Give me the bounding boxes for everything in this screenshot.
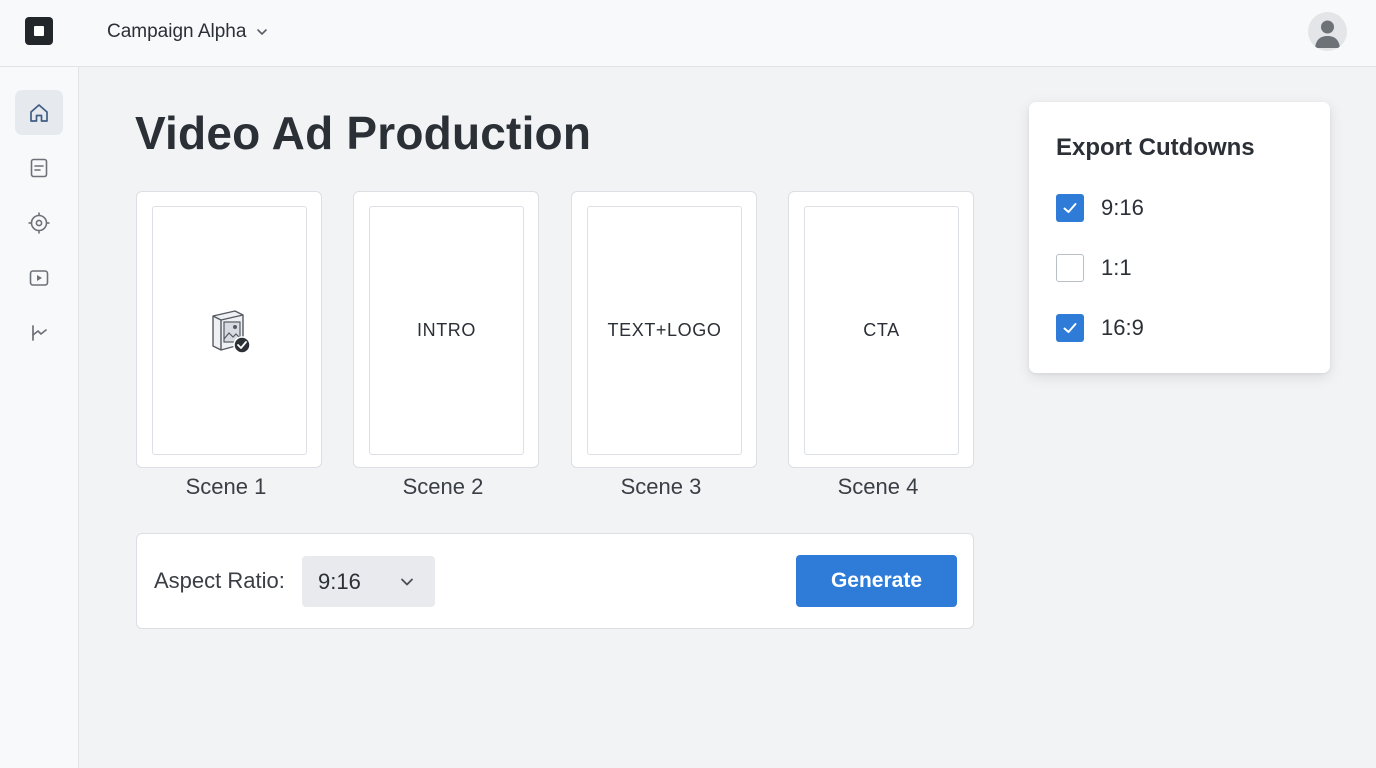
aspect-ratio-label: Aspect Ratio: [154,568,285,593]
aspect-ratio-value: 9:16 [318,569,361,594]
scene-label-4: Scene 4 [837,474,919,499]
target-icon [28,212,50,233]
scene-preview: TEXT+LOGO [587,206,742,455]
media-check-icon [211,309,251,354]
export-cutdowns-panel: Export Cutdowns 9:16 1:1 16:9 [1029,102,1330,373]
home-icon [30,103,48,122]
aspect-ratio-select[interactable]: 9:16 [302,556,435,607]
page-title: Video Ad Production [135,107,592,159]
chevron-down-icon [401,578,413,586]
export-option-1-1[interactable]: 1:1 [1056,253,1132,283]
scene-label-2: Scene 2 [402,474,484,499]
scene-label-3: Scene 3 [620,474,702,499]
scene-content-text: INTRO [417,320,476,340]
sidebar [0,67,79,768]
top-bar: Campaign Alpha [0,0,1376,67]
sidebar-item-targeting[interactable] [15,200,63,245]
app-root: Campaign Alpha Video Ad Production Scene… [0,0,1376,768]
analytics-icon [32,324,47,341]
scene-card-2[interactable]: INTRO [353,191,539,468]
checkbox-checked[interactable] [1056,194,1084,222]
play-video-icon [29,269,49,286]
sidebar-item-home[interactable] [15,90,63,135]
scene-content-text: CTA [863,320,900,340]
scene-card-4[interactable]: CTA [788,191,974,468]
checkbox-unchecked[interactable] [1056,254,1084,282]
scene-card-3[interactable]: TEXT+LOGO [571,191,757,468]
export-option-16-9[interactable]: 16:9 [1056,313,1144,343]
export-option-label: 16:9 [1101,315,1144,340]
scene-preview: INTRO [369,206,524,455]
checkmark-icon [1063,323,1077,333]
sidebar-item-documents[interactable] [15,145,63,190]
aspect-ratio-panel: Aspect Ratio: 9:16 Generate [136,533,974,629]
document-icon [30,158,48,177]
export-option-label: 9:16 [1101,195,1144,220]
scene-card-1[interactable] [136,191,322,468]
scene-preview: CTA [804,206,959,455]
scene-label-1: Scene 1 [185,474,267,499]
export-option-label: 1:1 [1101,255,1132,280]
export-title: Export Cutdowns [1056,134,1255,161]
sidebar-item-videos[interactable] [15,255,63,300]
campaign-switcher[interactable]: Campaign Alpha [107,20,270,44]
checkmark-icon [1063,203,1077,213]
sidebar-item-analytics[interactable] [15,310,63,355]
scene-content-text: TEXT+LOGO [607,320,722,340]
generate-button[interactable]: Generate [796,555,957,607]
checkbox-checked[interactable] [1056,314,1084,342]
chevron-down-icon [257,29,268,35]
app-logo-icon[interactable] [25,17,53,45]
scene-preview [152,206,307,455]
user-avatar-icon[interactable] [1308,12,1347,51]
campaign-name: Campaign Alpha [107,21,247,42]
export-option-9-16[interactable]: 9:16 [1056,193,1144,223]
